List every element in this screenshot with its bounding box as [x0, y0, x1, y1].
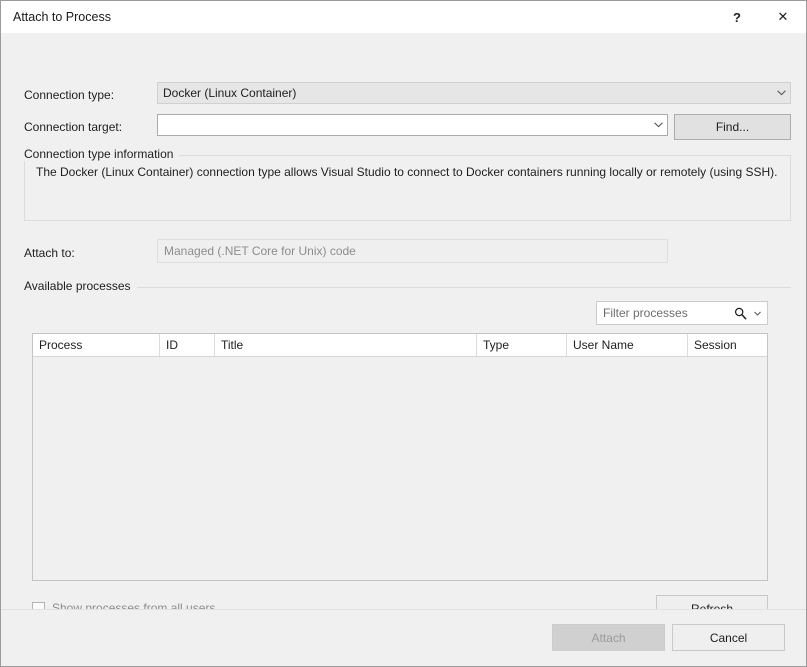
filter-dropdown-icon[interactable]: [751, 311, 767, 316]
dialog-footer: Attach Cancel: [1, 609, 806, 666]
processes-table[interactable]: Process ID Title Type User Name Session: [32, 333, 768, 581]
column-header-process[interactable]: Process: [33, 334, 160, 356]
dialog-body: Connection type: Docker (Linux Container…: [1, 33, 806, 609]
connection-type-label: Connection type:: [24, 88, 114, 102]
group-frame-top: [151, 155, 791, 156]
chevron-down-icon[interactable]: [650, 122, 667, 128]
attach-to-value: Managed (.NET Core for Unix) code: [157, 239, 668, 263]
search-icon[interactable]: [729, 307, 751, 320]
connection-type-information-text: The Docker (Linux Container) connection …: [36, 164, 781, 180]
find-button[interactable]: Find...: [674, 114, 791, 140]
title-bar-buttons: ? ✕: [714, 1, 806, 33]
available-processes-legend: Available processes: [24, 279, 137, 293]
column-header-user-name[interactable]: User Name: [567, 334, 688, 356]
table-body[interactable]: [33, 357, 767, 580]
attach-to-label: Attach to:: [24, 246, 75, 260]
chevron-down-icon: [773, 90, 790, 96]
column-header-title[interactable]: Title: [215, 334, 477, 356]
connection-target-combo[interactable]: [157, 114, 668, 136]
column-header-id[interactable]: ID: [160, 334, 215, 356]
table-header-row: Process ID Title Type User Name Session: [33, 334, 767, 357]
connection-type-information-legend: Connection type information: [24, 147, 179, 161]
connection-type-information-group: Connection type information The Docker (…: [24, 148, 791, 221]
connection-type-combo[interactable]: Docker (Linux Container): [157, 82, 791, 104]
close-button[interactable]: ✕: [760, 1, 806, 33]
group-frame-top: [126, 287, 791, 288]
attach-button[interactable]: Attach: [552, 624, 665, 651]
cancel-button[interactable]: Cancel: [672, 624, 785, 651]
filter-processes-input[interactable]: Filter processes: [597, 306, 729, 320]
dialog-title: Attach to Process: [13, 10, 111, 24]
column-header-session[interactable]: Session: [688, 334, 767, 356]
column-header-type[interactable]: Type: [477, 334, 567, 356]
filter-processes-box[interactable]: Filter processes: [596, 301, 768, 325]
connection-target-label: Connection target:: [24, 120, 122, 134]
connection-type-value: Docker (Linux Container): [158, 86, 773, 100]
attach-to-process-dialog: Attach to Process ? ✕ Connection type: D…: [0, 0, 807, 667]
title-bar: Attach to Process ? ✕: [1, 1, 806, 33]
help-button[interactable]: ?: [714, 1, 760, 33]
